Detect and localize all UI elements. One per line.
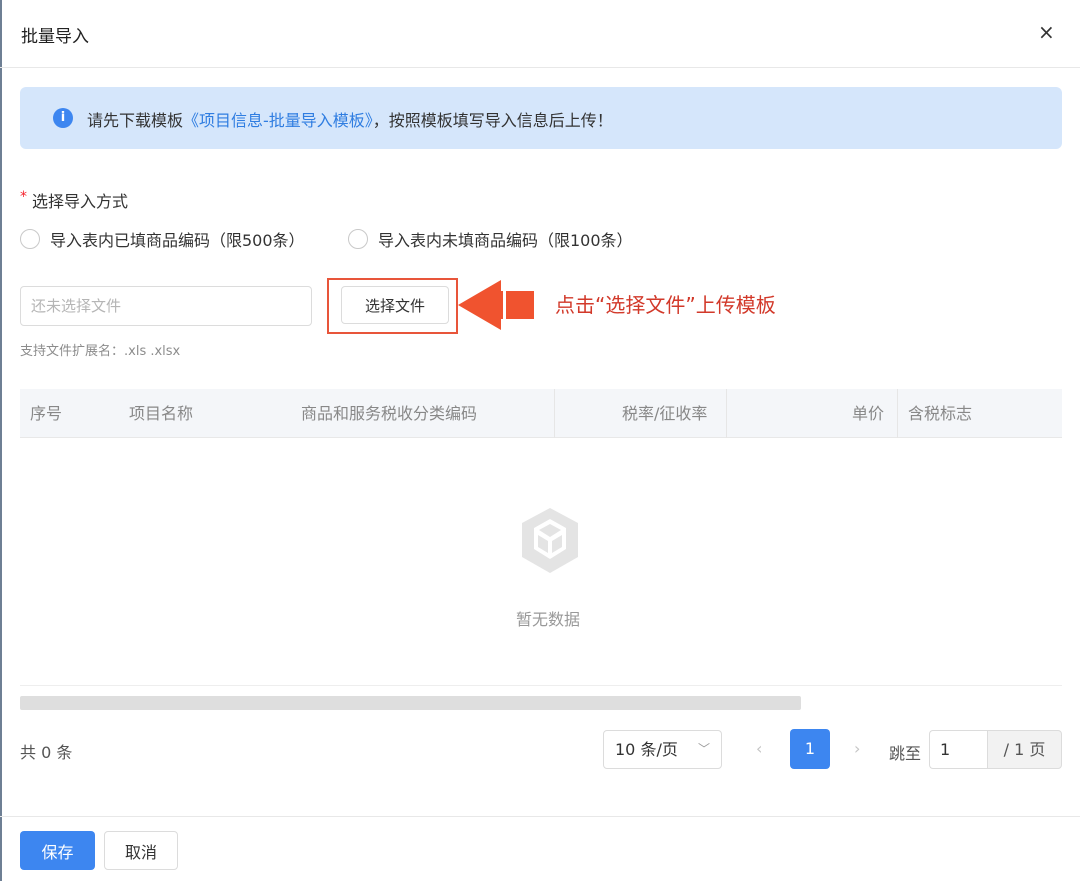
column-header-item-name: 项目名称 [129, 404, 194, 423]
radio-circle[interactable] [348, 229, 368, 249]
next-page-icon[interactable]: › [854, 739, 860, 758]
dialog-header: 批量导入 × [0, 0, 1080, 68]
window-left-edge [0, 0, 2, 881]
dialog-title: 批量导入 [21, 27, 89, 47]
import-method-label: 选择导入方式 [32, 192, 129, 211]
column-header-tax-rate: 税率/征收率 [622, 404, 708, 423]
info-icon: i [53, 108, 73, 128]
column-divider [554, 389, 555, 438]
table-bottom-border [20, 685, 1062, 686]
radio-option-without-code[interactable]: 导入表内未填商品编码（限100条） [348, 227, 633, 251]
column-divider [897, 389, 898, 438]
page-size-select[interactable]: 10 条/页 ﹀ [603, 730, 722, 769]
column-header-tax-code: 商品和服务税收分类编码 [301, 404, 478, 423]
file-name-input[interactable] [20, 286, 312, 326]
instruction-annotation: 点击“选择文件”上传模板 [555, 293, 776, 317]
radio-option-with-code[interactable]: 导入表内已填商品编码（限500条） [20, 227, 305, 251]
chevron-down-icon: ﹀ [697, 742, 710, 756]
empty-box-icon [522, 508, 578, 573]
prev-page-icon[interactable]: ‹ [756, 739, 762, 758]
alert-message: 请先下载模板《项目信息-批量导入模板》，按照模板填写导入信息后上传！ [87, 107, 613, 131]
horizontal-scrollbar[interactable] [20, 696, 801, 710]
pointer-arrow-icon [458, 280, 534, 330]
dialog-footer: 保存 取消 [0, 816, 1080, 881]
column-header-unit-price: 单价 [852, 404, 885, 423]
select-file-button[interactable]: 选择文件 [341, 286, 449, 324]
required-mark: * [20, 189, 27, 205]
alert-text-before: 请先下载模板 [87, 111, 184, 130]
column-divider [726, 389, 727, 438]
empty-state-text: 暂无数据 [516, 610, 581, 629]
column-header-tax-flag: 含税标志 [908, 404, 973, 423]
close-icon[interactable]: × [1038, 20, 1055, 44]
alert-text-after: ，按照模板填写导入信息后上传！ [372, 111, 613, 130]
radio-label: 导入表内已填商品编码（限500条） [50, 231, 305, 250]
jump-page-input[interactable] [929, 730, 987, 769]
template-download-link[interactable]: 《项目信息-批量导入模板》 [183, 111, 373, 130]
cancel-button[interactable]: 取消 [104, 831, 178, 870]
page-number-1[interactable]: 1 [790, 729, 830, 769]
save-button[interactable]: 保存 [20, 831, 95, 870]
file-extension-hint: 支持文件扩展名：.xls .xlsx [20, 344, 181, 359]
total-pages-text: / 1 页 [987, 730, 1062, 769]
total-count: 共 0 条 [20, 743, 73, 762]
page-size-value: 10 条/页 [615, 740, 678, 759]
info-alert: i 请先下载模板《项目信息-批量导入模板》，按照模板填写导入信息后上传！ [20, 87, 1062, 149]
column-header-index: 序号 [30, 404, 63, 423]
radio-label: 导入表内未填商品编码（限100条） [378, 231, 633, 250]
radio-circle[interactable] [20, 229, 40, 249]
jump-to-label: 跳至 [889, 744, 922, 763]
table-header: 序号 项目名称 商品和服务税收分类编码 税率/征收率 单价 含税标志 [20, 389, 1062, 438]
